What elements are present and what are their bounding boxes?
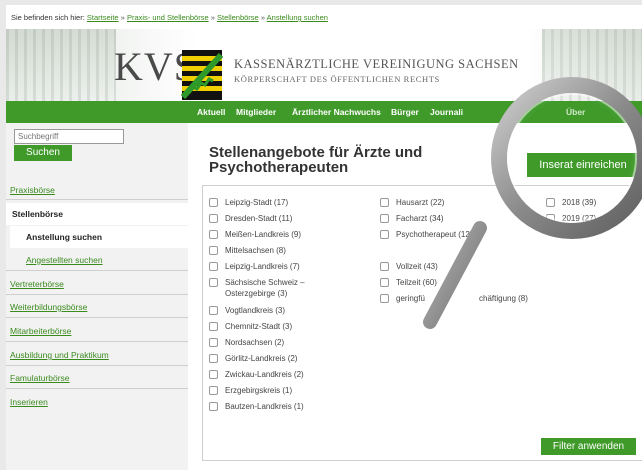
page-title-line: Stellenangebote für Ärzte und xyxy=(209,144,423,161)
sidebar: Suchen Praxisbörse Stellenbörse Anstellu… xyxy=(6,123,188,470)
sidebar-item-anstellung-suchen[interactable]: Anstellung suchen xyxy=(10,226,188,248)
checkbox-icon[interactable] xyxy=(209,354,218,363)
checkbox-icon[interactable] xyxy=(209,278,218,287)
checkbox-icon[interactable] xyxy=(209,246,218,255)
sidebar-divider xyxy=(6,199,188,200)
breadcrumb-stellenboerse-link[interactable]: Stellenbörse xyxy=(217,13,259,22)
breadcrumb-prefix: Sie befinden sich hier: xyxy=(11,13,85,22)
site-header: KVS KASSENÄRZTLICHE VEREINIGUNG SACHSEN … xyxy=(6,29,642,101)
checkbox-icon[interactable] xyxy=(380,294,389,303)
checkbox-icon[interactable] xyxy=(546,214,555,223)
organization-subtitle: KÖRPERSCHAFT DES ÖFFENTLICHEN RECHTS xyxy=(234,74,440,84)
page: Sie befinden sich hier: Startseite » Pra… xyxy=(6,5,642,470)
checkbox-icon[interactable] xyxy=(380,214,389,223)
nav-item-ueber[interactable]: Über xyxy=(566,107,585,117)
nav-item-aktuell[interactable]: Aktuell xyxy=(197,107,225,117)
checkbox-icon[interactable] xyxy=(209,338,218,347)
checkbox-icon[interactable] xyxy=(209,306,218,315)
filter-panel: Leipzig-Stadt (17) Dresden-Stadt (11) Me… xyxy=(202,185,642,461)
sidebar-item-stellenboerse[interactable]: Stellenbörse xyxy=(6,203,188,225)
checkbox-icon[interactable] xyxy=(209,214,218,223)
checkbox-icon[interactable] xyxy=(380,230,389,239)
sidebar-item-famulaturboerse[interactable]: Famulaturbörse xyxy=(10,373,70,383)
checkbox-icon[interactable] xyxy=(380,198,389,207)
search-input[interactable] xyxy=(14,129,124,144)
main-navigation: Aktuell Mitglieder Ärztlicher Nachwuchs … xyxy=(6,101,642,123)
sidebar-item-praxisboerse[interactable]: Praxisbörse xyxy=(10,185,55,195)
sidebar-divider xyxy=(6,294,188,295)
header-building-image xyxy=(6,29,116,101)
nav-item-mitglieder[interactable]: Mitglieder xyxy=(236,107,276,117)
checkbox-icon[interactable] xyxy=(209,198,218,207)
page-title-line: Psychotherapeuten xyxy=(209,159,349,176)
checkbox-icon[interactable] xyxy=(209,386,218,395)
sidebar-divider xyxy=(6,341,188,342)
checkbox-icon[interactable] xyxy=(209,370,218,379)
breadcrumb-praxis-link[interactable]: Praxis- und Stellenbörse xyxy=(127,13,209,22)
inserat-einreichen-button[interactable]: Inserat einreichen xyxy=(527,153,639,177)
breadcrumb-separator: » xyxy=(210,13,215,22)
organization-name: KASSENÄRZTLICHE VEREINIGUNG SACHSEN xyxy=(234,57,519,71)
nav-item-nachwuchs[interactable]: Ärztlicher Nachwuchs xyxy=(292,107,381,117)
checkbox-icon[interactable] xyxy=(209,402,218,411)
filter-apply-button[interactable]: Filter anwenden xyxy=(541,438,636,455)
checkbox-icon[interactable] xyxy=(546,198,555,207)
sidebar-item-mitarbeiterboerse[interactable]: Mitarbeiterbörse xyxy=(10,326,71,336)
nav-item-journalisten[interactable]: Journali xyxy=(430,107,463,117)
sidebar-divider xyxy=(6,317,188,318)
nav-item-buerger[interactable]: Bürger xyxy=(391,107,419,117)
sidebar-item-label: Stellenbörse xyxy=(12,209,64,219)
checkbox-icon[interactable] xyxy=(380,262,389,271)
coat-of-arms-icon xyxy=(181,50,223,100)
breadcrumb-anstellung-link[interactable]: Anstellung suchen xyxy=(267,13,328,22)
sidebar-item-weiterbildungsboerse[interactable]: Weiterbildungsbörse xyxy=(10,302,87,312)
sidebar-item-label: Anstellung suchen xyxy=(26,232,103,242)
checkbox-icon[interactable] xyxy=(209,262,218,271)
breadcrumb-home-link[interactable]: Startseite xyxy=(87,13,119,22)
breadcrumb: Sie befinden sich hier: Startseite » Pra… xyxy=(11,13,328,22)
checkbox-icon[interactable] xyxy=(209,230,218,239)
sidebar-item-inserieren[interactable]: Inserieren xyxy=(10,397,48,407)
sidebar-item-angestellten-suchen[interactable]: Angestellten suchen xyxy=(26,255,103,265)
sidebar-divider xyxy=(6,365,188,366)
breadcrumb-separator: » xyxy=(260,13,265,22)
header-building-image xyxy=(542,29,642,101)
main-content: Stellenangebote für Ärzte und Psychother… xyxy=(196,123,642,470)
search-button[interactable]: Suchen xyxy=(14,145,72,161)
sidebar-item-ausbildung[interactable]: Ausbildung und Praktikum xyxy=(10,350,109,360)
breadcrumb-separator: » xyxy=(120,13,125,22)
sidebar-divider xyxy=(6,388,188,389)
page-title: Stellenangebote für Ärzte und Psychother… xyxy=(209,145,469,175)
sidebar-divider xyxy=(6,270,188,271)
checkbox-icon[interactable] xyxy=(209,322,218,331)
checkbox-icon[interactable] xyxy=(380,278,389,287)
sidebar-item-vertreterboerse[interactable]: Vertreterbörse xyxy=(10,279,64,289)
